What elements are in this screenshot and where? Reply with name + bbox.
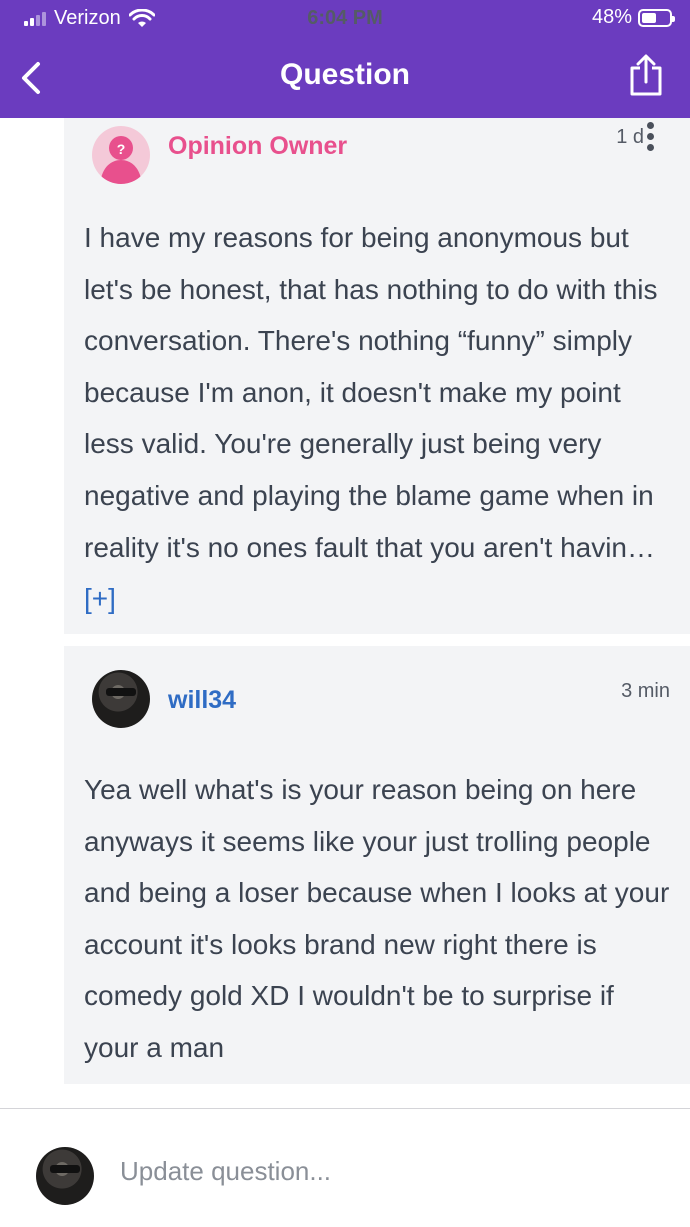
app-header: Verizon 6:04 PM 48% Question (0, 0, 690, 118)
reply-time: 3 min (621, 680, 670, 702)
status-bar: Verizon 6:04 PM 48% (0, 0, 690, 38)
update-question-input[interactable] (120, 1151, 660, 1191)
battery-icon (638, 8, 675, 27)
battery-group: 48% (591, 6, 675, 29)
more-options-icon[interactable] (646, 122, 656, 156)
author-name[interactable]: Opinion Owner (168, 132, 347, 161)
avatar (36, 1147, 94, 1205)
author-name[interactable]: will34 (168, 686, 236, 715)
reply-text: I have my reasons for being anonymous bu… (84, 212, 674, 625)
expand-link[interactable]: [+] (84, 583, 116, 614)
share-icon[interactable] (628, 54, 664, 98)
reply-card: will34 3 min Yea well what's is your rea… (64, 646, 690, 1084)
reply-text: Yea well what's is your reason being on … (84, 774, 670, 1063)
page-title: Question (279, 58, 410, 91)
battery-percent: 48% (591, 6, 632, 28)
anonymous-user-icon: ? (100, 136, 142, 184)
reply-text-content: I have my reasons for being anonymous bu… (84, 222, 658, 563)
anonymous-avatar[interactable]: ? (92, 126, 150, 184)
avatar[interactable] (92, 670, 150, 728)
svg-text:?: ? (117, 141, 126, 157)
composer-bar (0, 1108, 690, 1227)
reply-card: ? Opinion Owner 1 d I have my reasons fo… (64, 118, 690, 634)
reply-time: 1 d (616, 126, 644, 148)
status-time: 6:04 PM (307, 7, 383, 29)
